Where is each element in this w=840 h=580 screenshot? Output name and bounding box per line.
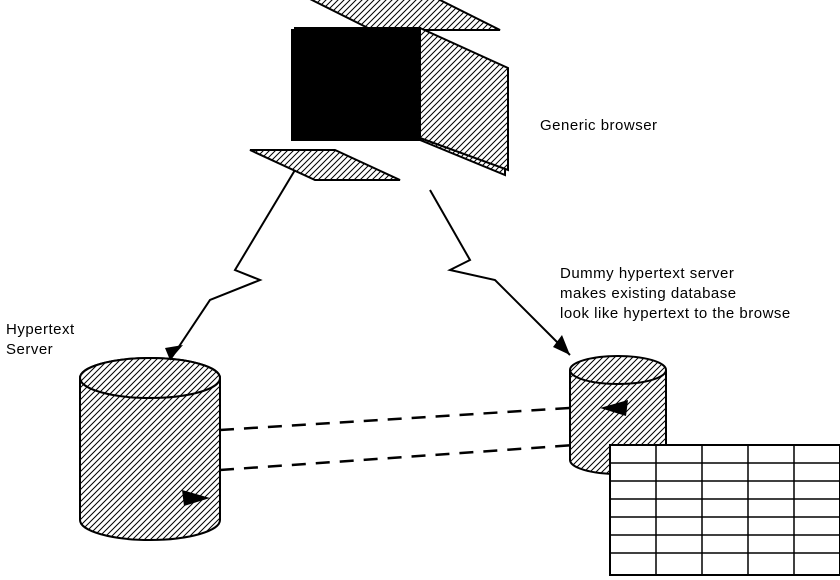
hypertext-server-cylinder-icon <box>80 358 220 540</box>
link-cylinders-icon <box>182 400 628 506</box>
arrow-browser-to-hypertext-icon <box>165 170 295 360</box>
database-grid-icon <box>610 445 840 575</box>
arrow-browser-to-dummy-icon <box>430 190 570 355</box>
diagram-svg <box>0 0 840 580</box>
